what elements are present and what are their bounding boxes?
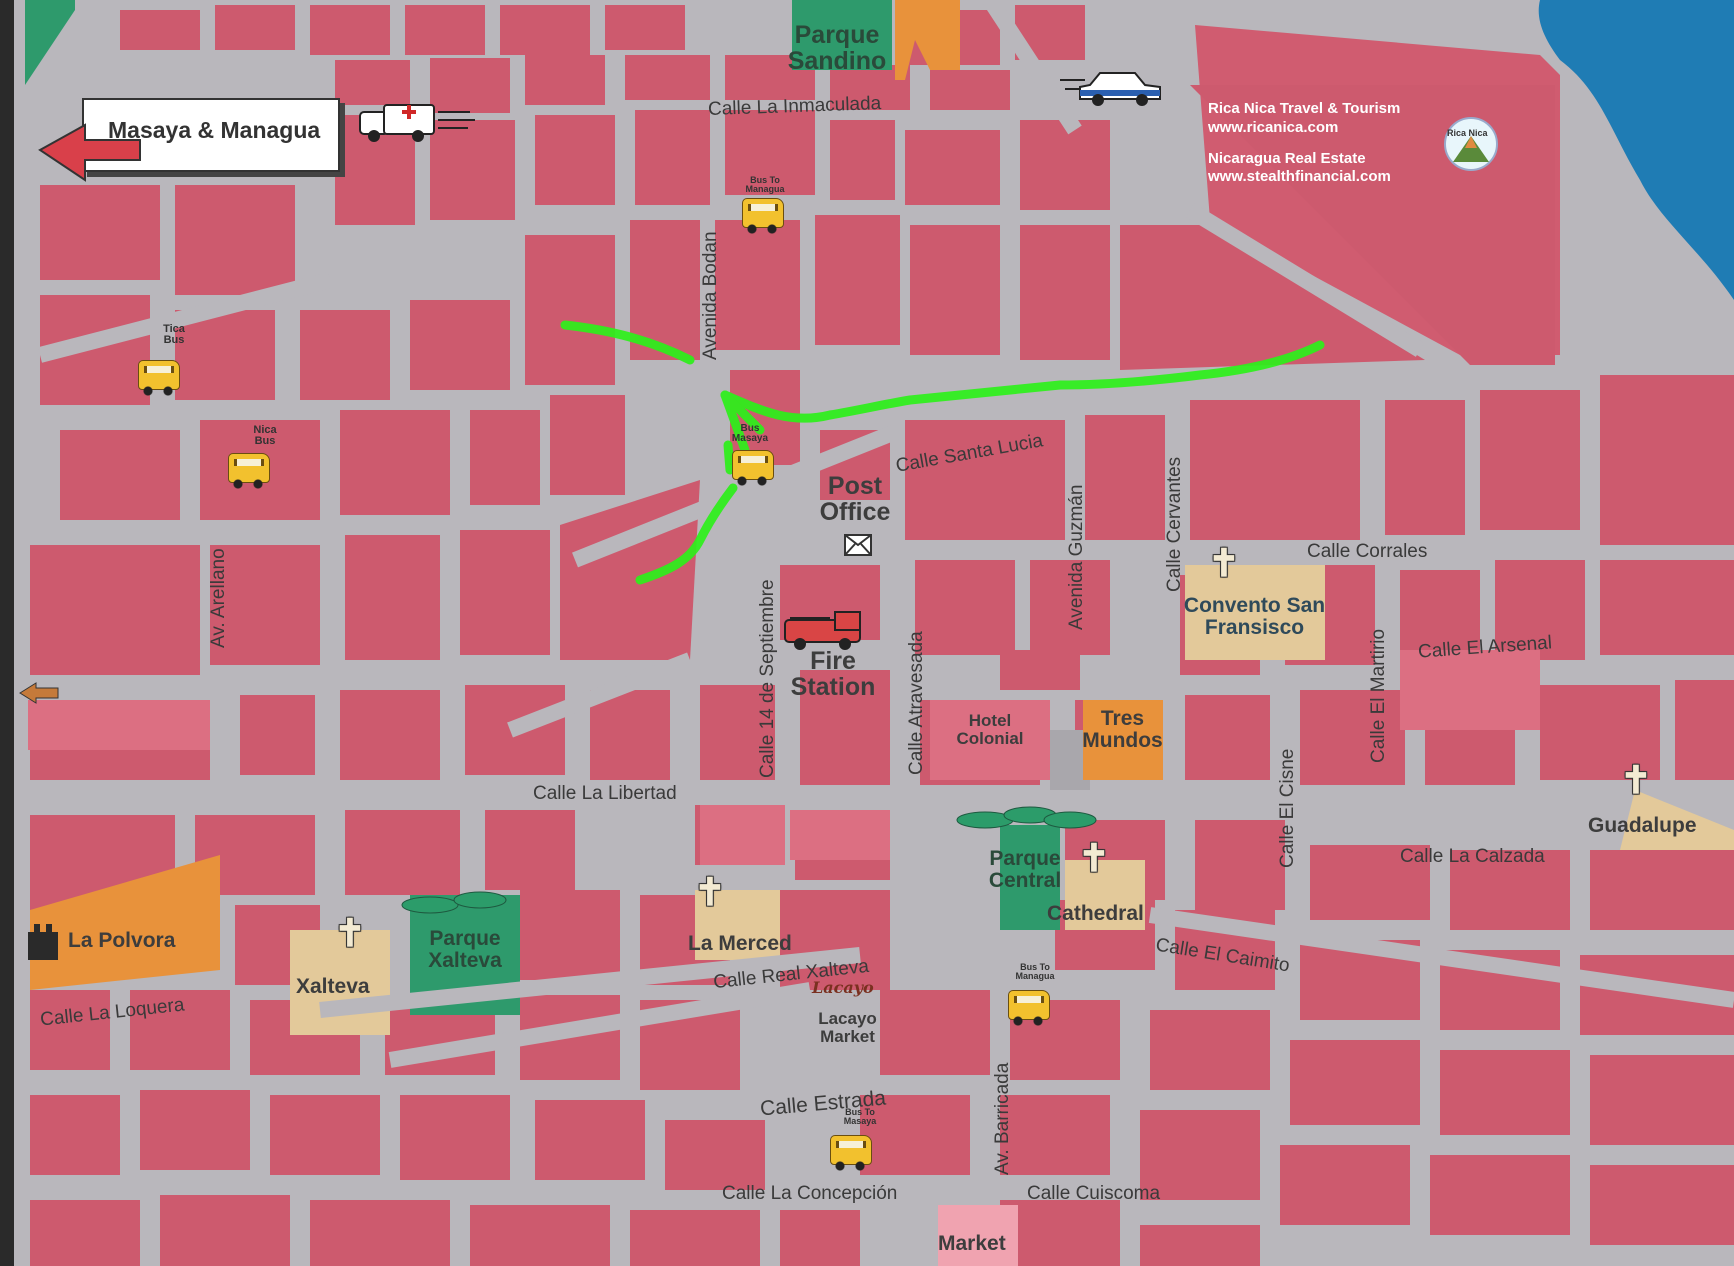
inset-line3: Nicaragua Real Estate [1208, 149, 1366, 167]
street-calle-cuiscoma: Calle Cuiscoma [1027, 1183, 1161, 1204]
street-calle-atravesada: Calle Atravesada [906, 631, 927, 775]
church-cross-icon: ✝ [1620, 760, 1652, 802]
church-cross-icon: ✝ [1078, 838, 1110, 880]
place-fire-station: Fire Station [790, 647, 876, 702]
church-cross-icon: ✝ [1208, 543, 1240, 585]
direction-sign-label: Masaya & Managua [108, 117, 321, 143]
place-la-merced: La Merced [688, 932, 792, 955]
lacayo-logo: Lacayo [812, 978, 874, 997]
bus-label-nica: Nica Bus [253, 424, 277, 447]
place-guadalupe: Guadalupe [1588, 814, 1697, 837]
place-lacayo-market: Lacayo Market [818, 1009, 877, 1046]
city-blocks [30, 5, 1734, 1266]
street-calle-la-calzada: Calle La Calzada [1400, 846, 1545, 867]
bus-icon [742, 198, 784, 234]
bus-label-to-managua-bottom: Bus To Managua [1015, 962, 1055, 981]
street-calle-el-cisne: Calle El Cisne [1277, 748, 1298, 868]
place-tres-mundos: Tres Mundos [1082, 707, 1163, 753]
bus-icon [732, 450, 774, 486]
place-market: Market [938, 1232, 1006, 1255]
bus-label-to-masaya-bottom: Bus To Masaya [843, 1107, 877, 1126]
church-cross-icon: ✝ [334, 913, 366, 955]
street-av-arellano: Av. Arellano [208, 548, 229, 648]
map-base-graphics [0, 0, 1734, 1266]
place-la-polvora: La Polvora [68, 929, 176, 952]
place-convento: Convento San Fransisco [1183, 594, 1326, 640]
street-calle-la-libertad: Calle La Libertad [533, 783, 677, 804]
street-calle-cervantes: Calle Cervantes [1164, 456, 1185, 592]
park-top-left [25, 0, 75, 85]
map-left-border [0, 0, 14, 1266]
street-avenida-bodan: Avenida Bodan [700, 231, 721, 360]
inset-info: Rica Nica Travel & Tourism www.ricanica.… [1208, 100, 1400, 187]
bus-label-to-managua-top: Bus To Managua [745, 175, 785, 194]
inset-line1: Rica Nica Travel & Tourism [1208, 100, 1401, 117]
street-calle-corrales: Calle Corrales [1307, 541, 1428, 562]
place-post-office: Post Office [819, 472, 891, 527]
lake-water [1538, 0, 1734, 300]
place-cathedral: Cathedral [1047, 902, 1144, 925]
place-parque-xalteva: Parque Xalteva [428, 927, 502, 973]
place-parque-central: Parque Central [988, 847, 1062, 893]
street-avenida-guzman: Avenida Guzmán [1066, 484, 1087, 630]
inset-line2[interactable]: www.ricanica.com [1208, 119, 1400, 138]
logo-text: Rica Nica [1447, 128, 1488, 138]
street-av-barricada: Av. Barricada [992, 1062, 1013, 1175]
bus-icon [1008, 990, 1050, 1026]
bus-icon [228, 453, 270, 489]
bus-label-tica: Tica Bus [163, 323, 185, 346]
street-calle-la-concepcion: Calle La Concepción [722, 1183, 898, 1204]
inset-line4[interactable]: www.stealthfinancial.com [1208, 168, 1400, 187]
parque-sandino-orange [895, 0, 960, 80]
direction-sign: Masaya & Managua [82, 98, 340, 172]
bus-icon [830, 1135, 872, 1171]
place-hotel-colonial: Hotel Colonial [956, 711, 1024, 748]
street-calle-el-martirio: Calle El Martirio [1368, 628, 1389, 763]
place-xalteva: Xalteva [296, 975, 370, 998]
city-map: Masaya & Managua ✝ ✝ ✝ ✝ ✝ Rica Nica Tra… [0, 0, 1734, 1266]
bus-label-masaya-mid: Bus Masaya [731, 423, 769, 444]
street-calle-14-septiembre: Calle 14 de Septiembre [757, 579, 778, 778]
place-parque-sandino: Parque Sandino [787, 21, 887, 76]
church-cross-icon: ✝ [694, 872, 726, 914]
bus-icon [138, 360, 180, 396]
